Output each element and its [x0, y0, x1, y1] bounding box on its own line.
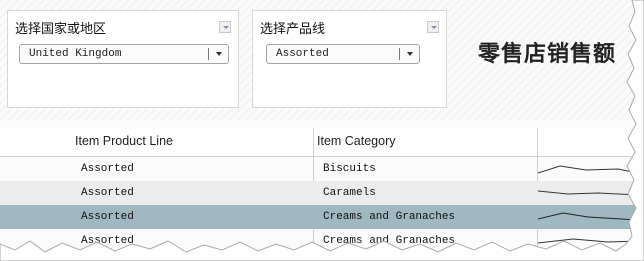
- torn-paper-edge: [0, 0, 644, 261]
